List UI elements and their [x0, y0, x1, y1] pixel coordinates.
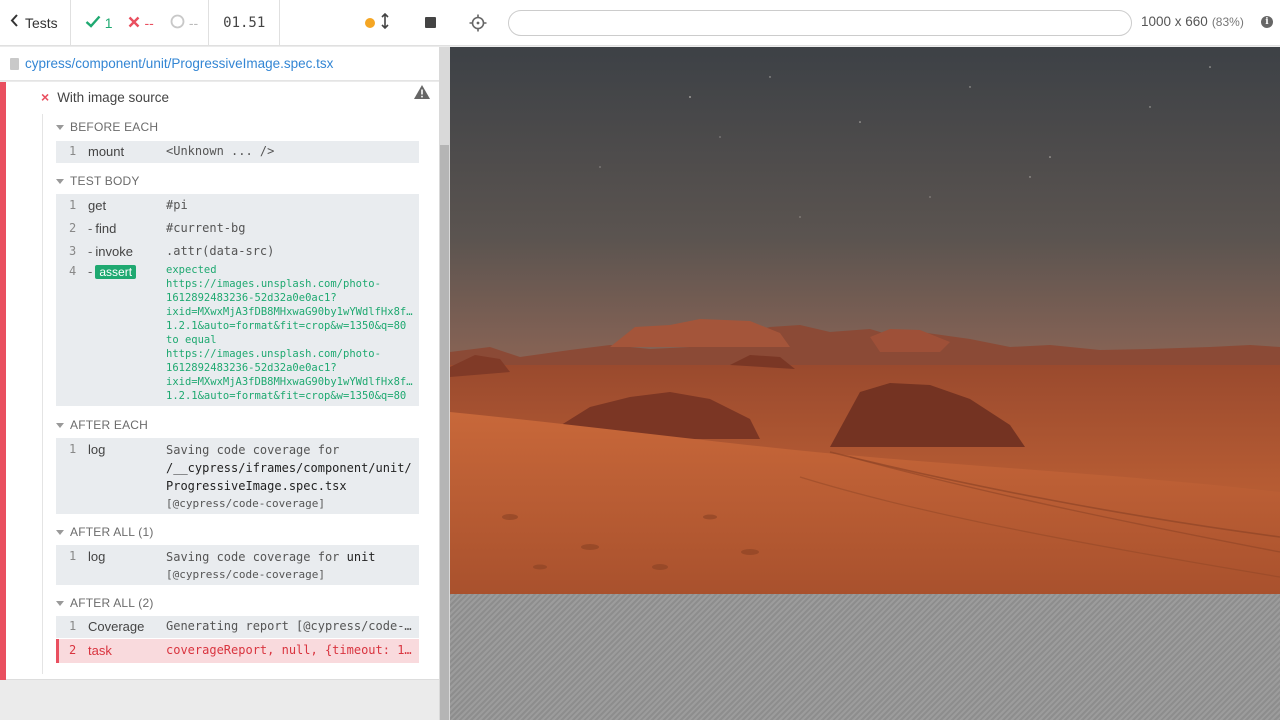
info-icon[interactable]: i: [1261, 16, 1273, 28]
hook-after-each[interactable]: AFTER EACH: [56, 418, 419, 432]
command-row[interactable]: 1 log Saving code coverage for /__cypres…: [56, 438, 419, 514]
command-row[interactable]: 1 Coverage Generating report [@cypress/c…: [56, 616, 419, 638]
stats-group: 1 -- --: [71, 0, 210, 45]
caret-down-icon: [56, 178, 64, 184]
command-group: 1 get #pi 2 - find #current-bg 3 - invoke …: [56, 194, 419, 406]
viewport-size: 1000 x 660 (83%): [1141, 14, 1244, 29]
test-title: With image source: [57, 89, 169, 105]
assert-message: expected https://images.unsplash.com/pho…: [166, 264, 414, 402]
run-controls: [280, 0, 450, 45]
hook-test-body[interactable]: TEST BODY: [56, 174, 419, 188]
assert-badge: assert: [95, 265, 137, 279]
chevron-left-icon: [10, 13, 19, 32]
desert-image: [450, 47, 1280, 594]
pending-count: --: [170, 14, 198, 32]
passed-count: 1: [85, 15, 112, 31]
caret-down-icon: [56, 600, 64, 606]
spec-path-link[interactable]: cypress/component/unit/ProgressiveImage.…: [25, 56, 333, 71]
progressive-image: [450, 47, 1280, 594]
file-icon: [10, 57, 19, 70]
commands-area: BEFORE EACH 1 mount <Unknown ... /> TEST…: [42, 112, 426, 680]
x-icon: ×: [41, 89, 50, 105]
reporter-scrollbar-thumb[interactable]: [440, 145, 449, 720]
aut-url-input[interactable]: [508, 10, 1132, 36]
hook-after-all-1[interactable]: AFTER ALL (1): [56, 525, 419, 539]
hook-after-all-2[interactable]: AFTER ALL (2): [56, 596, 419, 610]
caret-down-icon: [56, 529, 64, 535]
arrows-vertical-icon[interactable]: [381, 12, 389, 32]
spec-file-bar: cypress/component/unit/ProgressiveImage.…: [0, 47, 439, 81]
tests-label: Tests: [25, 14, 58, 31]
warning-icon[interactable]: [413, 84, 431, 100]
fail-indicator-stripe: [0, 82, 6, 680]
crosshair-icon[interactable]: [468, 13, 488, 33]
check-icon: [85, 15, 101, 31]
caret-down-icon: [56, 124, 64, 130]
reporter-panel: Tests 1 -- -- 01.51 cypress/component/un…: [0, 0, 450, 720]
caret-down-icon: [56, 422, 64, 428]
reporter-header: Tests 1 -- -- 01.51: [0, 0, 450, 46]
tests-back-button[interactable]: Tests: [0, 0, 71, 45]
test-title-row[interactable]: × With image source: [41, 86, 431, 108]
log-message: Saving code coverage for /__cypress/ifra…: [166, 443, 412, 510]
dot-icon: [365, 17, 375, 28]
hook-before-each[interactable]: BEFORE EACH: [56, 120, 419, 134]
failed-count: --: [128, 15, 154, 31]
spinner-icon: [170, 14, 185, 32]
log-message: Saving code coverage for unit [@cypress/…: [166, 550, 376, 581]
failed-command-row[interactable]: 2 task coverageReport, null, {timeout: 1…: [56, 639, 419, 663]
x-icon: [128, 15, 140, 31]
stop-icon[interactable]: [425, 17, 436, 28]
command-row[interactable]: 1 log Saving code coverage for unit [@cy…: [56, 545, 419, 585]
tree-line: [42, 114, 43, 674]
test-runnable: × With image source BEFORE EACH 1 mount …: [0, 82, 439, 680]
duration-timer: 01.51: [209, 0, 281, 45]
command-row[interactable]: 1 mount <Unknown ... />: [56, 141, 419, 163]
